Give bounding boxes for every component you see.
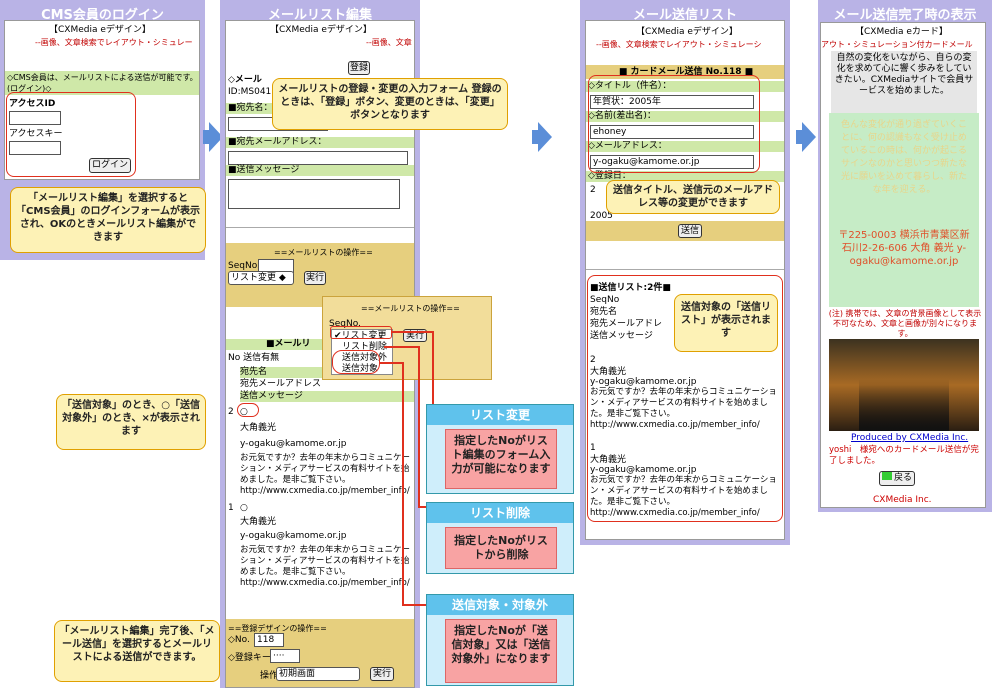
form-highlight [588,75,760,173]
connector-line [380,362,404,364]
subheader-text: --画像、文章 [366,38,412,47]
back-label: 戻る [893,473,912,483]
info-body: 指定したNoがリスト編集のフォーム入力が可能になります [445,429,557,489]
ops-title: ==メールリストの操作== [274,248,373,257]
divider [226,227,414,228]
maillist-id: ID:MS041 [228,87,272,97]
footer-op-select-value: 初期画面 [279,669,316,679]
flow-arrow-2 [538,122,552,152]
connector-line [384,346,420,348]
done-message: yoshi 様宛へのカードメール送信が完了しました。 [829,445,979,466]
card-address: 〒225-0003 横浜市青葉区新石川2-26-606 大角 義光 y-ogak… [829,229,979,307]
footer-exec-button[interactable]: 実行 [370,667,394,681]
col4-title: メール送信完了時の表示 [833,8,977,23]
subheader-text: --画像、文章検索でレイアウト・シミュレーシ [596,40,762,49]
footer-op-select[interactable]: 初期画面 [276,667,360,681]
login-callout: 「メールリスト編集」を選択すると「CMS会員」のログインフォームが表示され、OK… [10,187,206,253]
ops-select-value: リスト変更 [231,273,277,283]
option-target-highlight [332,350,380,374]
ops-select[interactable]: リスト変更 ◆ [228,271,294,285]
produced-link[interactable]: Produced by CXMedia Inc. [851,433,968,444]
back-button[interactable]: 戻る [879,471,915,486]
card-photo [829,339,979,431]
intro-text: 自然の変化をいながら、自らの変化を求めて心に響く歩みをしていきたい。CXMedi… [831,51,977,113]
entry-body: お元気ですか？去年の年末からコミュニケーション・メディアサービスの有料サイトを始… [240,453,411,496]
info-title: リスト削除 [427,503,573,523]
header-text: 【CXMedia eデザイン】 [636,27,738,37]
subheader-text: アウト・シミュレーション付カードメール [821,40,973,49]
login-form-highlight [6,92,136,177]
col-email: 宛先メールアドレス [240,379,322,389]
footer-key-label: ◇登録キー [228,653,271,663]
header-text: 【CXMedia eカード】 [855,27,948,37]
entry-name: 大角義光 [240,423,277,433]
entry-body: お元気ですか？去年の年末からコミュニケーション・メディアサービスの有料サイトを始… [240,545,411,588]
entry-no: 2 [228,407,234,417]
divider [586,269,784,270]
list-callout: 送信対象の「送信リスト」が表示されます [674,294,778,352]
device-note: (注) 携帯では、文章の背景画像として表示不可なため、文章と画像が別々になります… [828,309,982,338]
info-box-change: リスト変更 指定したNoがリスト編集のフォーム入力が可能になります [426,404,574,494]
send-button[interactable]: 送信 [678,224,702,238]
entry-email: y-ogaku@kamome.or.jp [240,439,347,449]
edit-form-callout: メールリストの登録・変更の入力フォーム 登録のときは、「登録」ボタン、変更のとき… [272,78,508,130]
col-header: No 送信有無 [228,353,280,363]
header-text: 【CXMedia eデザイン】 [49,25,151,35]
popup-title: ==メールリストの操作== [361,304,460,313]
form-callout: 送信タイトル、送信元のメールアドレス等の変更ができます [606,180,780,214]
entry-name: 大角義光 [240,517,277,527]
footer-no-label: ◇No. [228,635,250,645]
entry-email: y-ogaku@kamome.or.jp [240,531,347,541]
info-box-delete: リスト削除 指定したNoがリストから削除 [426,502,574,574]
message-label: ■送信メッセージ [226,165,414,176]
info-title: 送信対象・対象外 [427,595,573,615]
card-poem: 色んな変化が通り過ぎていくことに、何の認識もなく受け止めているこの時は、何かが起… [829,113,979,229]
info-body: 指定したNoが「送信対象」又は「送信対象外」になります [445,619,557,683]
connector-line [418,346,420,508]
ops-exec-button[interactable]: 実行 [304,271,326,285]
mark-highlight [237,403,259,417]
back-icon [881,472,892,480]
register-button[interactable]: 登録 [348,61,370,75]
email-label: ■宛先メールアドレス： [226,137,414,148]
col-message: 送信メッセージ [240,391,414,402]
connector-line [402,362,404,606]
send-callout: 「メールリスト編集」完了後、「メール送信」を選択するとメールリストによる送信がで… [54,620,220,682]
connector-line [432,331,434,409]
info-body: 指定したNoがリストから削除 [445,527,557,569]
reg-value: 2 [590,185,596,195]
message-textarea[interactable] [228,179,400,209]
entry-mark: ○ [240,503,248,513]
palm-silhouette [859,379,949,431]
footer-key-input[interactable]: ···· [270,649,300,663]
subheader-text: --画像、文章検索でレイアウト・シミュレー [35,38,193,47]
option-change-highlight [330,326,392,339]
col4-complete-screen: 【CXMedia eカード】 アウト・シミュレーション付カードメール 自然の変化… [820,22,986,508]
info-box-target: 送信対象・対象外 指定したNoが「送信対象」又は「送信対象外」になります [426,594,574,686]
email-input[interactable] [228,151,408,165]
flow-arrow-3 [802,122,816,152]
footer-text: CXMedia Inc. [873,495,932,505]
footer-no-input[interactable]: 118 [254,633,284,647]
header-text: 【CXMedia eデザイン】 [270,25,372,35]
mark-callout: 「送信対象」のとき、○「送信対象外」のとき、×が表示されます [56,394,206,450]
connector-line [392,331,432,333]
maillist-label: ◇メール [228,75,262,85]
info-title: リスト変更 [427,405,573,425]
entry-no: 1 [228,503,234,513]
